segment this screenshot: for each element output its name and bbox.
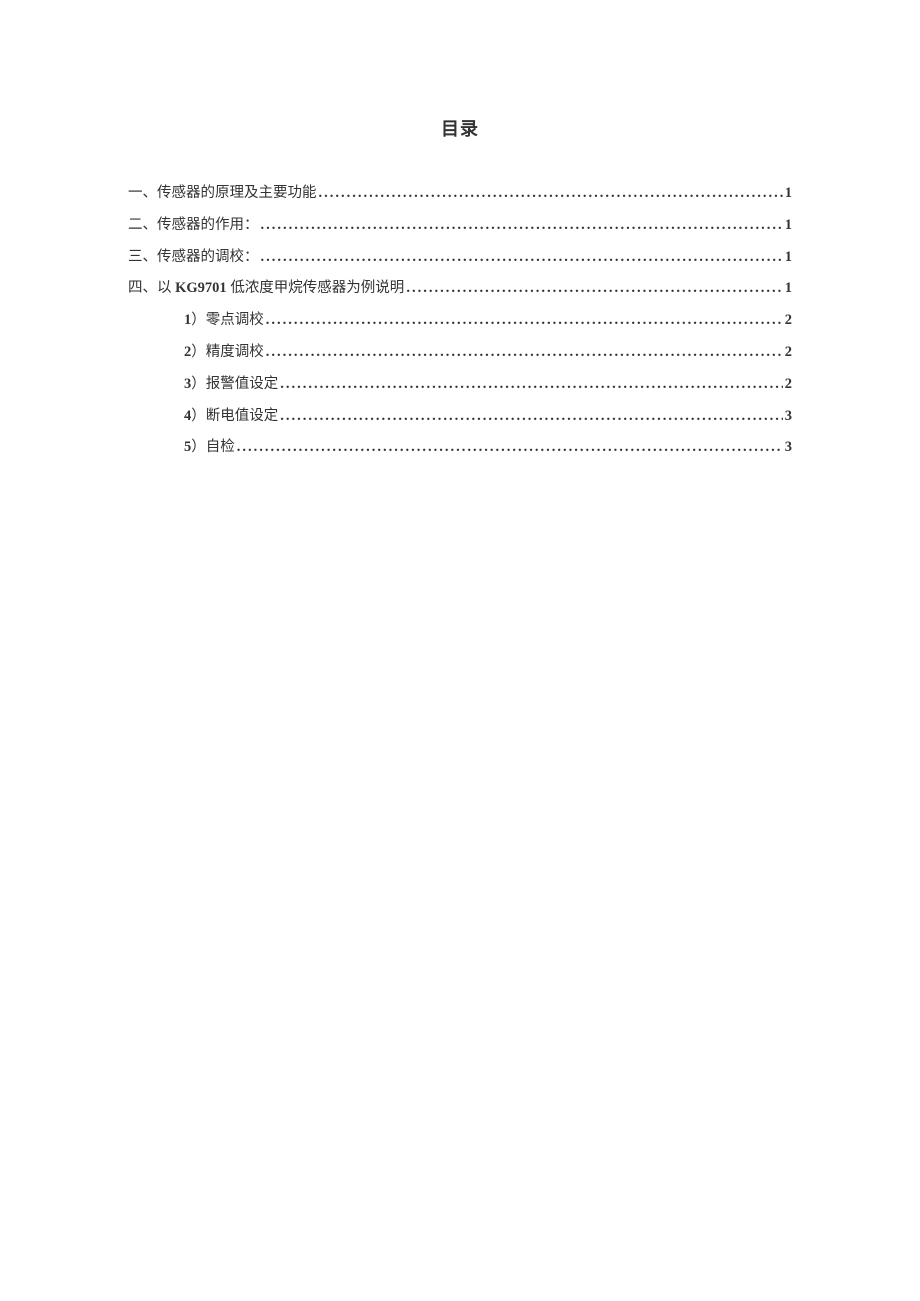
toc-leader-dots (266, 342, 783, 362)
toc-label: 二、传感器的作用： (128, 215, 259, 235)
toc-page-number: 1 (785, 247, 792, 267)
toc-label: 三、传感器的调校： (128, 247, 259, 267)
toc-title: 目录 (128, 115, 792, 141)
table-of-contents: 一、传感器的原理及主要功能 1 二、传感器的作用： 1 三、传感器的调校： 1 … (128, 183, 792, 458)
toc-page-number: 2 (785, 310, 792, 330)
toc-page-number: 1 (785, 278, 792, 298)
toc-page-number: 2 (785, 374, 792, 394)
toc-leader-dots (261, 215, 783, 235)
toc-entry: 二、传感器的作用： 1 (128, 215, 792, 235)
toc-label: 5）自检 (184, 437, 235, 457)
toc-entry: 一、传感器的原理及主要功能 1 (128, 183, 792, 203)
toc-label: 1）零点调校 (184, 310, 264, 330)
toc-leader-dots (261, 247, 783, 267)
toc-leader-dots (319, 183, 783, 203)
toc-entry: 1）零点调校 2 (128, 310, 792, 330)
toc-leader-dots (280, 406, 783, 426)
toc-leader-dots (280, 374, 783, 394)
toc-entry: 4）断电值设定 3 (128, 406, 792, 426)
toc-page-number: 1 (785, 215, 792, 235)
toc-label: 四、以 KG9701 低浓度甲烷传感器为例说明 (128, 278, 404, 298)
toc-entry: 2）精度调校 2 (128, 342, 792, 362)
toc-leader-dots (406, 278, 782, 298)
toc-entry: 四、以 KG9701 低浓度甲烷传感器为例说明 1 (128, 278, 792, 298)
toc-label: 4）断电值设定 (184, 406, 278, 426)
toc-label: 3）报警值设定 (184, 374, 278, 394)
toc-label: 一、传感器的原理及主要功能 (128, 183, 317, 203)
toc-entry: 5）自检 3 (128, 437, 792, 457)
toc-page-number: 3 (785, 437, 792, 457)
toc-entry: 3）报警值设定 2 (128, 374, 792, 394)
toc-entry: 三、传感器的调校： 1 (128, 247, 792, 267)
toc-label: 2）精度调校 (184, 342, 264, 362)
toc-page-number: 2 (785, 342, 792, 362)
toc-page-number: 1 (785, 183, 792, 203)
toc-leader-dots (237, 437, 783, 457)
toc-leader-dots (266, 310, 783, 330)
toc-page-number: 3 (785, 406, 792, 426)
